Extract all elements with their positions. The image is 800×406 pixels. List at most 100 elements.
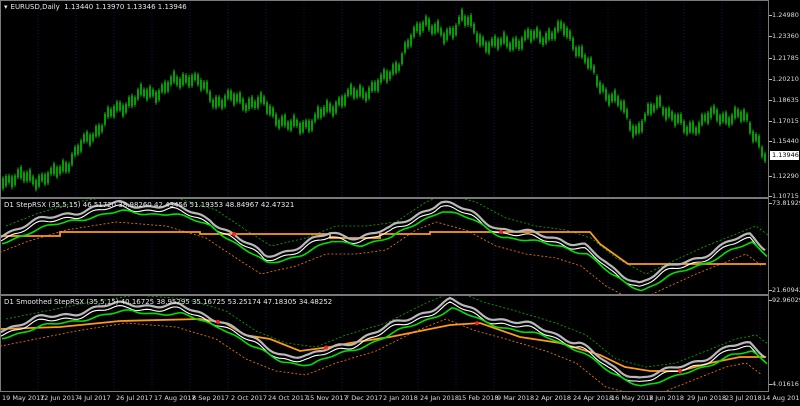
time-label: 16 May 2018 [611, 394, 654, 402]
candle [497, 38, 499, 50]
candle [242, 98, 244, 110]
candle [578, 46, 580, 56]
candle [515, 37, 517, 47]
candle [662, 107, 664, 115]
candle [665, 108, 667, 120]
candle [272, 108, 274, 117]
candle [728, 117, 730, 126]
candle [314, 114, 316, 122]
candle [350, 84, 352, 95]
candle [293, 115, 295, 126]
smoothed-steprsx-title: D1 Smoothed StepRSX (35,5,15) 40.16725 3… [4, 298, 333, 306]
signal-dot [678, 369, 682, 373]
candle [383, 69, 385, 79]
candle [722, 113, 724, 122]
candle [734, 107, 736, 119]
candle [542, 38, 544, 45]
candle [653, 105, 655, 112]
candle [251, 96, 253, 108]
candle [641, 120, 643, 132]
candle [392, 64, 394, 75]
candle [32, 176, 34, 185]
candle [104, 114, 106, 125]
candle [500, 38, 502, 45]
candle [608, 95, 610, 106]
candle [764, 153, 766, 162]
candle [503, 32, 505, 43]
candle [215, 96, 217, 108]
candle [614, 90, 616, 102]
step-line [0, 231, 766, 265]
price-axis[interactable]: 1.24980 1.23360 1.21785 1.20210 1.18635 … [769, 0, 800, 200]
candle [395, 62, 397, 73]
smoothed-steprsx-axis[interactable]: 92.96029 4.01616 [768, 295, 800, 392]
smoothed-steprsx-pane[interactable]: D1 Smoothed StepRSX (35,5,15) 40.16725 3… [0, 295, 769, 392]
candle [161, 84, 163, 92]
candle [596, 76, 598, 87]
time-label: 24 Jan 2018 [420, 394, 459, 402]
candle [224, 95, 226, 107]
candle [569, 31, 571, 40]
candle [554, 28, 556, 39]
time-label: 17 Aug 2017 [154, 394, 196, 402]
candle [521, 37, 523, 49]
candle [53, 163, 55, 175]
signal-dot [475, 321, 479, 326]
candle [128, 97, 130, 107]
candle [302, 121, 304, 133]
candle [467, 17, 469, 25]
candle [35, 180, 37, 190]
candle [263, 96, 265, 105]
price-tick: 1.24980 [769, 11, 799, 19]
candle [41, 174, 43, 181]
candle [674, 114, 676, 126]
candle [233, 93, 235, 105]
candle [320, 108, 322, 118]
steprsx-fast-line [0, 204, 766, 287]
candle [248, 98, 250, 109]
step-line [0, 318, 766, 372]
candle [332, 106, 334, 117]
candle [557, 21, 559, 32]
candle [68, 163, 70, 172]
candle [461, 9, 463, 21]
candle [107, 107, 109, 118]
candle [221, 100, 223, 109]
candle [446, 29, 448, 40]
steprsx-axis[interactable]: 73.81929 21.60942 [768, 198, 800, 295]
candle [626, 109, 628, 118]
candle [647, 104, 649, 115]
candle [431, 26, 433, 34]
current-price-label: 1.13946 [770, 151, 799, 160]
candle [206, 81, 208, 93]
candle [743, 109, 745, 121]
candle [257, 97, 259, 108]
candle [758, 135, 760, 147]
candle [485, 42, 487, 52]
candle [677, 114, 679, 123]
candle [704, 114, 706, 121]
price-tick: 1.12290 [769, 172, 799, 180]
candle [140, 84, 142, 95]
candle [11, 176, 13, 188]
candle [281, 116, 283, 126]
steprsx-pane[interactable]: D1 StepRSX (35,5,15) 46.51720 38.98260 4… [0, 198, 769, 295]
candle [563, 24, 565, 36]
candle [5, 175, 7, 186]
steprsx-lines [0, 198, 769, 295]
price-chart-pane[interactable]: ▾ EURUSD,Daily 1.13440 1.13970 1.13346 1.… [0, 0, 769, 198]
candle [98, 125, 100, 136]
time-axis[interactable]: 19 May 2017 12 Jun 2017 4 Jul 2017 26 Ju… [0, 392, 800, 406]
candle [122, 105, 124, 117]
candle [518, 41, 520, 49]
time-label: 15 Feb 2018 [458, 394, 499, 402]
candle [491, 38, 493, 46]
candle [284, 114, 286, 126]
candle [725, 112, 727, 124]
candle [62, 160, 64, 172]
candle [644, 113, 646, 121]
candle [164, 81, 166, 93]
candle [194, 73, 196, 81]
candle [146, 89, 148, 100]
candle [530, 30, 532, 42]
